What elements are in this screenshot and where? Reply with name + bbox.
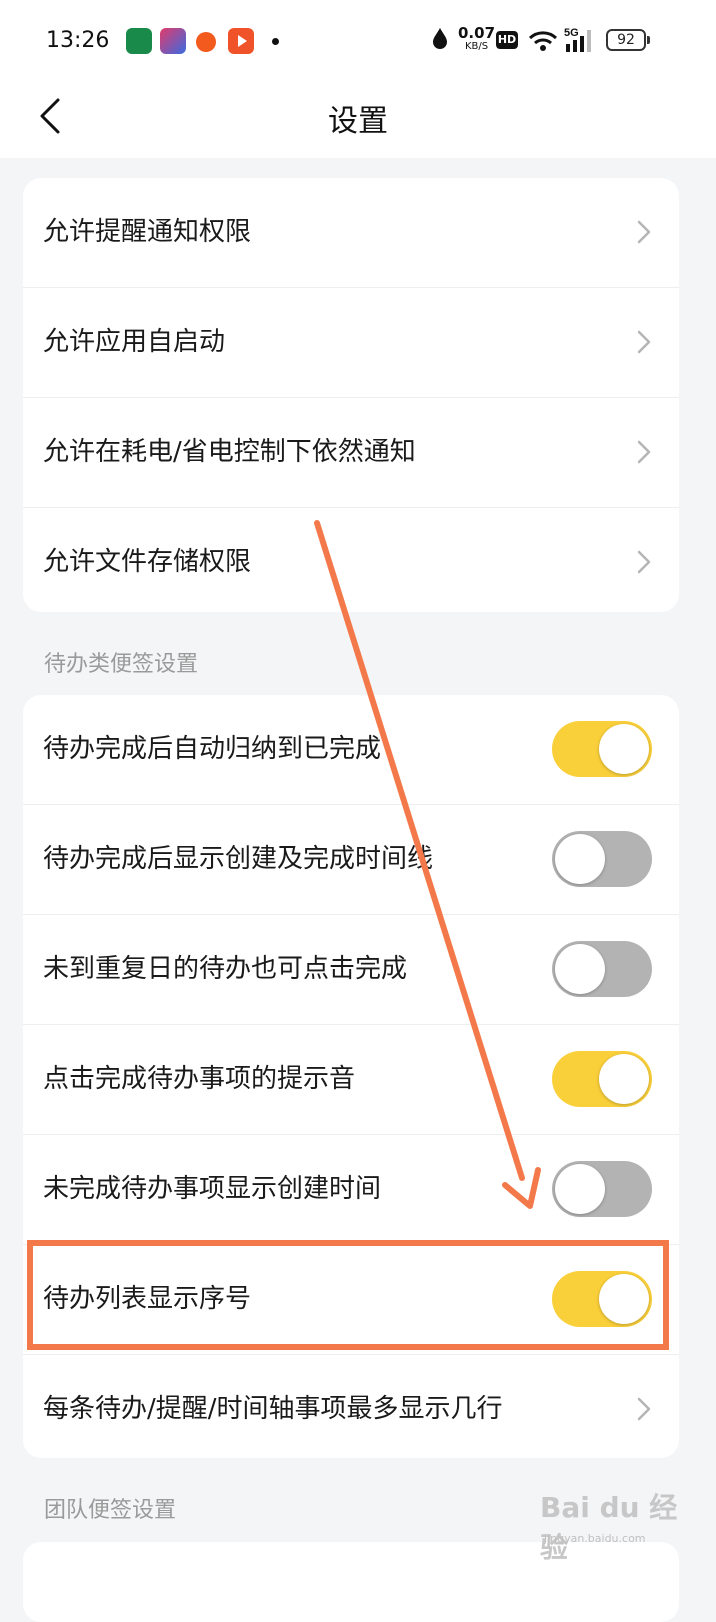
notification-dot-icon	[272, 38, 279, 45]
setting-row-complete-sound: 点击完成待办事项的提示音	[23, 1024, 679, 1134]
toggle-knob	[555, 1164, 605, 1214]
status-bar: 13:26 0.07 KB/S HD 5G 92	[0, 0, 716, 82]
row-label: 允许在耗电/省电控制下依然通知	[43, 437, 416, 467]
battery-indicator: 92	[606, 29, 650, 51]
created-time-toggle[interactable]	[552, 1161, 652, 1217]
taobao-app-icon	[196, 32, 216, 52]
chevron-right-icon	[637, 440, 651, 464]
section-header-team: 团队便签设置	[44, 1498, 177, 1523]
toggle-knob	[599, 1054, 649, 1104]
cell-signal-icon: 5G	[564, 27, 591, 52]
row-label: 允许提醒通知权限	[43, 217, 252, 247]
auto-archive-toggle[interactable]	[552, 721, 652, 777]
row-label: 允许应用自启动	[43, 327, 226, 357]
watermark-url: jingyan.baidu.com	[544, 1532, 646, 1545]
video-app-icon	[228, 28, 254, 54]
svg-text:5G: 5G	[564, 27, 579, 39]
hd-badge: HD	[496, 31, 518, 49]
permission-row-power-saving[interactable]: 允许在耗电/省电控制下依然通知	[23, 397, 679, 507]
chevron-right-icon	[637, 550, 651, 574]
timeline-toggle[interactable]	[552, 831, 652, 887]
network-speed: 0.07 KB/S	[458, 24, 496, 53]
toggle-knob	[555, 944, 605, 994]
row-label: 点击完成待办事项的提示音	[43, 1064, 356, 1094]
permission-row-notification[interactable]: 允许提醒通知权限	[23, 178, 679, 287]
status-time: 13:26	[46, 28, 110, 53]
setting-row-auto-archive: 待办完成后自动归纳到已完成	[23, 695, 679, 804]
toggle-knob	[555, 834, 605, 884]
setting-row-max-lines[interactable]: 每条待办/提醒/时间轴事项最多显示几行	[23, 1354, 679, 1458]
wifi-icon	[528, 31, 558, 51]
toggle-knob	[599, 724, 649, 774]
permissions-card: 允许提醒通知权限 允许应用自启动 允许在耗电/省电控制下依然通知 允许文件存储权…	[23, 178, 679, 612]
chevron-right-icon	[637, 330, 651, 354]
team-settings-card	[23, 1542, 679, 1622]
row-label: 待办完成后自动归纳到已完成	[43, 734, 382, 764]
oppo-app-icon	[126, 28, 152, 54]
row-label: 未完成待办事项显示创建时间	[43, 1174, 382, 1204]
setting-row-repeat-complete: 未到重复日的待办也可点击完成	[23, 914, 679, 1024]
app-header: 设置	[0, 82, 716, 158]
chevron-right-icon	[637, 1397, 651, 1421]
page-title: 设置	[328, 104, 388, 139]
baidu-watermark: Bai du 经验 jingyan.baidu.com	[540, 1486, 700, 1564]
tiktok-app-icon	[160, 28, 186, 54]
data-saver-icon	[433, 28, 447, 49]
annotation-highlight-box	[27, 1240, 669, 1350]
row-label: 未到重复日的待办也可点击完成	[43, 954, 408, 984]
row-label: 允许文件存储权限	[43, 547, 252, 577]
permission-row-autostart[interactable]: 允许应用自启动	[23, 287, 679, 397]
row-label: 待办完成后显示创建及完成时间线	[43, 844, 434, 874]
section-header-todo: 待办类便签设置	[44, 652, 199, 677]
chevron-right-icon	[637, 220, 651, 244]
permission-row-storage[interactable]: 允许文件存储权限	[23, 507, 679, 612]
row-label: 每条待办/提醒/时间轴事项最多显示几行	[43, 1394, 503, 1424]
setting-row-timeline: 待办完成后显示创建及完成时间线	[23, 804, 679, 914]
complete-sound-toggle[interactable]	[552, 1051, 652, 1107]
repeat-complete-toggle[interactable]	[552, 941, 652, 997]
setting-row-created-time: 未完成待办事项显示创建时间	[23, 1134, 679, 1244]
